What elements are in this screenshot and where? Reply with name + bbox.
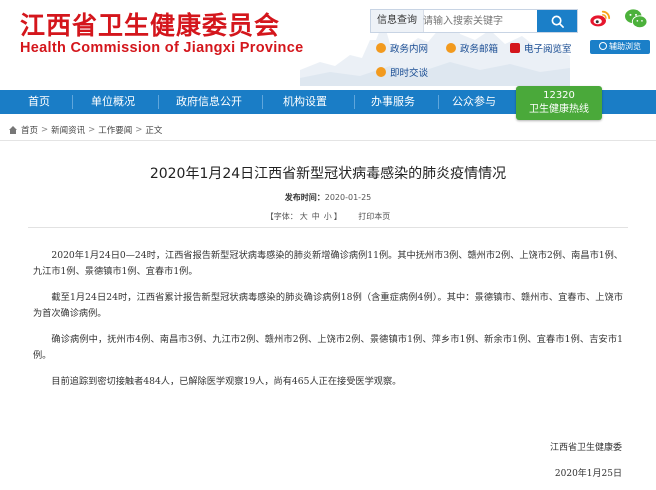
article-body: 2020年1月24日0—24时，江西省报告新型冠状病毒感染的肺炎新增确诊病例11… xyxy=(33,248,623,401)
home-icon xyxy=(9,126,17,134)
instant-chat-link[interactable]: 即时交谈 xyxy=(376,64,428,80)
site-logo-chinese[interactable]: 江西省卫生健康委员会 xyxy=(20,6,280,42)
header-links: 政务内网 政务邮箱 电子阅览室 辅助浏览 即时交谈 xyxy=(376,40,656,79)
breadcrumb-separator: > xyxy=(88,125,96,135)
accessibility-icon xyxy=(599,42,607,50)
nav-item-services[interactable]: 办事服务 xyxy=(362,90,424,114)
gov-intranet-link[interactable]: 政务内网 xyxy=(376,40,428,56)
nav-item-organization[interactable]: 机构设置 xyxy=(274,90,336,114)
breadcrumb-divider xyxy=(0,140,656,141)
font-size-label: 【字体： xyxy=(265,212,298,221)
breadcrumb-current: 正文 xyxy=(145,126,163,136)
breadcrumb-work-news[interactable]: 工作要闻 xyxy=(98,124,132,136)
site-header: 江西省卫生健康委员会 Health Commission of Jiangxi … xyxy=(0,0,656,86)
paragraph: 2020年1月24日0—24时，江西省报告新型冠状病毒感染的肺炎新增确诊病例11… xyxy=(33,250,623,277)
paragraph: 截至1月24日24时，江西省累计报告新型冠状病毒感染的肺炎确诊病例18例（含重症… xyxy=(33,292,623,319)
paragraph: 确诊病例中，抚州市4例、南昌市3例、九江市2例、赣州市2例、上饶市2例、景德镇市… xyxy=(33,334,623,361)
nav-item-overview[interactable]: 单位概况 xyxy=(82,90,144,114)
nav-item-gov-info[interactable]: 政府信息公开 xyxy=(168,90,250,114)
print-button[interactable]: 打印本页 xyxy=(358,212,390,221)
mailbox-icon xyxy=(446,43,456,53)
reading-room-icon xyxy=(510,43,520,53)
search-button[interactable] xyxy=(537,10,577,32)
chat-icon xyxy=(376,67,386,77)
article-tools: 【字体：大中小】 打印本页 xyxy=(0,211,656,222)
nav-divider xyxy=(438,95,439,109)
search-bar: 信息查询 xyxy=(370,9,578,33)
font-large-button[interactable]: 大 xyxy=(300,212,308,221)
site-logo-english: Health Commission of Jiangxi Province xyxy=(20,40,304,56)
nav-item-home[interactable]: 首页 xyxy=(18,90,60,114)
e-reading-room-label: 电子阅览室 xyxy=(524,44,572,55)
wechat-icon[interactable] xyxy=(624,8,648,30)
accessibility-button[interactable]: 辅助浏览 xyxy=(590,40,650,54)
nav-divider xyxy=(354,95,355,109)
breadcrumb-separator: > xyxy=(135,125,143,135)
nav-item-participation[interactable]: 公众参与 xyxy=(446,90,502,114)
nav-divider xyxy=(72,95,73,109)
accessibility-label: 辅助浏览 xyxy=(609,42,641,51)
paragraph: 目前追踪到密切接触者484人，已解除医学观察19人，尚有465人正在接受医学观察… xyxy=(51,376,402,387)
font-medium-button[interactable]: 中 xyxy=(312,212,320,221)
breadcrumb: 首页 > 新闻资讯 > 工作要闻 > 正文 xyxy=(8,124,162,136)
signature-date: 2020年1月25日 xyxy=(554,469,622,479)
search-icon xyxy=(551,15,564,28)
gov-intranet-label: 政务内网 xyxy=(390,44,429,55)
weibo-icon[interactable] xyxy=(589,8,611,30)
nav-divider xyxy=(158,95,159,109)
instant-chat-label: 即时交谈 xyxy=(390,68,429,79)
article-title: 2020年1月24日江西省新型冠状病毒感染的肺炎疫情情况 xyxy=(149,166,507,182)
breadcrumb-home[interactable]: 首页 xyxy=(21,124,38,136)
gov-mailbox-link[interactable]: 政务邮箱 xyxy=(446,40,498,56)
article-signature: 江西省卫生健康委 xyxy=(549,443,622,453)
article-divider xyxy=(28,227,628,228)
publish-date: 发布时间：2020-01-25 xyxy=(0,192,656,203)
breadcrumb-news[interactable]: 新闻资讯 xyxy=(51,124,85,136)
hotline-number: 12320 xyxy=(543,90,575,101)
search-input[interactable] xyxy=(423,10,543,32)
publish-date-label: 发布时间： xyxy=(284,193,325,202)
font-small-button[interactable]: 小 xyxy=(324,212,332,221)
health-hotline-button[interactable]: 12320 卫生健康热线 xyxy=(516,86,602,120)
nav-divider xyxy=(262,95,263,109)
e-reading-room-link[interactable]: 电子阅览室 xyxy=(510,40,572,56)
font-size-close: 】 xyxy=(333,212,342,221)
gov-mailbox-label: 政务邮箱 xyxy=(460,44,499,55)
breadcrumb-separator: > xyxy=(41,125,49,135)
intranet-icon xyxy=(376,43,386,53)
search-label: 信息查询 xyxy=(371,10,424,32)
publish-date-value: 2020-01-25 xyxy=(324,193,372,202)
hotline-label: 卫生健康热线 xyxy=(529,104,589,115)
